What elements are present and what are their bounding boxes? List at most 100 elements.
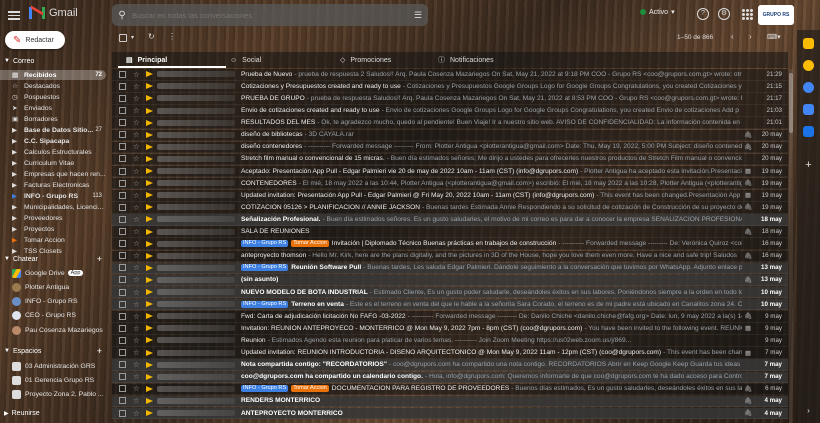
compose-button[interactable]: ✎ Redactar: [5, 31, 65, 49]
settings-gear-icon[interactable]: ⚙: [718, 8, 730, 20]
star-icon[interactable]: ☆: [133, 396, 141, 405]
row-checkbox[interactable]: [119, 312, 126, 320]
email-row[interactable]: ☆ anteproyecto thomson - Hello Mr. Kirk, h…: [112, 250, 788, 263]
row-checkbox[interactable]: [119, 288, 126, 296]
tab-notificaciones[interactable]: ⓘ Notificaciones: [438, 52, 494, 68]
email-row[interactable]: ☆ INFO - Grupo RS Terreno en venta - Este e…: [112, 298, 788, 311]
email-row[interactable]: ☆ INFO - Grupo RS Reunión Software Pull - B…: [112, 262, 788, 275]
important-marker-icon[interactable]: [146, 276, 153, 283]
tab-promociones[interactable]: ◇ Promociones: [340, 52, 391, 68]
star-icon[interactable]: ☆: [133, 239, 141, 248]
sidebar-item-municipalidades[interactable]: ▶ Municipalidades, Licenci...: [0, 202, 106, 212]
important-marker-icon[interactable]: [146, 119, 153, 126]
row-checkbox[interactable]: [119, 155, 126, 163]
email-row[interactable]: ☆ diseño contenedores - ---------- Forward…: [112, 141, 788, 154]
spaces-section-header[interactable]: ▼ Espacios +: [0, 346, 106, 356]
email-row[interactable]: ☆ ANTEPROYECTO MONTERRICO 🖇 4 may: [112, 407, 788, 420]
email-row[interactable]: ☆ CONTENEDORES - El mié, 18 may 2022 a las…: [112, 177, 788, 190]
important-marker-icon[interactable]: [146, 71, 153, 78]
expand-panel-icon[interactable]: ›: [803, 405, 814, 416]
email-row[interactable]: ☆ (sin asunto) 🖇 13 may: [112, 274, 788, 287]
sidebar-item-cc-sipacapa[interactable]: ▶ C.C. Sipacapa: [0, 136, 106, 146]
email-row[interactable]: ☆ PRUEBA DE GRUPO - prueba de respuesta Sa…: [112, 93, 788, 105]
star-icon[interactable]: ☆: [133, 215, 141, 224]
email-label-tag[interactable]: INFO - Grupo RS: [241, 240, 289, 248]
sidebar-item-empresas[interactable]: ▶ Empresas que hacen ren...: [0, 169, 106, 179]
email-row[interactable]: ☆ Envio de cotizaciones created and ready…: [112, 105, 788, 117]
sidebar-item-info-grupo-rs[interactable]: ▶ INFO - Grupo RS 113: [0, 191, 106, 201]
important-marker-icon[interactable]: [146, 337, 153, 344]
email-row[interactable]: ☆ RENDERS MONTERRICO 🖇 4 may: [112, 395, 788, 408]
star-icon[interactable]: ☆: [133, 191, 141, 200]
important-marker-icon[interactable]: [146, 83, 153, 90]
star-icon[interactable]: ☆: [133, 348, 141, 357]
sidebar-item-base-de-datos[interactable]: ▶ Base de Datos Sitio... 27: [0, 125, 106, 135]
row-checkbox[interactable]: [119, 82, 126, 90]
email-label-tag[interactable]: Tomar Accion: [291, 240, 329, 248]
sidebar-item-tomar-accion[interactable]: ▶ Tomar Accion: [0, 235, 106, 245]
star-icon[interactable]: ☆: [133, 154, 141, 163]
chevron-down-icon[interactable]: ▾: [131, 34, 134, 41]
tab-principal[interactable]: ▤ Principal: [118, 52, 226, 68]
scrollbar[interactable]: [789, 69, 793, 423]
star-icon[interactable]: ☆: [133, 106, 141, 115]
sidebar-item-proveedores[interactable]: ▶ Proveedores: [0, 213, 106, 223]
status-indicator[interactable]: Activo ▾: [640, 8, 675, 16]
sidebar-item-proyectos[interactable]: ▶ Proyectos: [0, 224, 106, 234]
meet-section-header[interactable]: ▶ Reunirse: [0, 408, 106, 418]
important-marker-icon[interactable]: [146, 301, 153, 308]
email-row[interactable]: ☆ Señalización Profesional. - Buen día est…: [112, 214, 788, 226]
important-marker-icon[interactable]: [146, 155, 153, 162]
row-checkbox[interactable]: [119, 179, 126, 187]
sidebar-item-starred[interactable]: ☆ Destacados: [0, 81, 106, 91]
add-space-icon[interactable]: +: [97, 346, 102, 356]
star-icon[interactable]: ☆: [133, 94, 141, 103]
prev-page-icon[interactable]: ‹: [731, 32, 734, 41]
important-marker-icon[interactable]: [146, 216, 153, 223]
row-checkbox[interactable]: [119, 349, 126, 357]
tab-social[interactable]: ☺ Social: [230, 52, 261, 68]
sidebar-item-curriculum[interactable]: ▶ Curriculum Vitae: [0, 158, 106, 168]
star-icon[interactable]: ☆: [133, 203, 141, 212]
star-icon[interactable]: ☆: [133, 263, 141, 272]
sidebar-item-inbox[interactable]: ▤ Recibidos 72: [0, 70, 106, 80]
chat-item-ceo-grupo-rs[interactable]: CEO - Grupo RS: [0, 309, 106, 321]
star-icon[interactable]: ☆: [133, 167, 141, 176]
row-checkbox[interactable]: [119, 131, 126, 139]
row-checkbox[interactable]: [119, 336, 126, 344]
star-icon[interactable]: ☆: [133, 179, 141, 188]
space-item-administracion[interactable]: 03 Administración GRS: [0, 360, 106, 372]
star-icon[interactable]: ☆: [133, 324, 141, 333]
refresh-icon[interactable]: ↻: [148, 32, 155, 41]
row-checkbox[interactable]: [119, 324, 126, 332]
email-label-tag[interactable]: INFO - Grupo RS: [241, 264, 289, 272]
important-marker-icon[interactable]: [146, 95, 153, 102]
email-row[interactable]: ☆ diseño de bibliotecas - 3D CAYALA.rar 🖇 20…: [112, 129, 788, 142]
star-icon[interactable]: ☆: [133, 251, 141, 260]
email-row[interactable]: ☆ Fwd: Carta de adjudicación licitación N…: [112, 311, 788, 323]
important-marker-icon[interactable]: [146, 168, 153, 175]
next-page-icon[interactable]: ›: [749, 32, 752, 41]
space-item-gerencia[interactable]: 01 Gerencia Grupo RS: [0, 374, 106, 386]
important-marker-icon[interactable]: [146, 385, 153, 392]
add-addon-icon[interactable]: +: [803, 160, 814, 171]
row-checkbox[interactable]: [119, 373, 126, 381]
row-checkbox[interactable]: [119, 240, 126, 248]
important-marker-icon[interactable]: [146, 410, 153, 417]
email-row[interactable]: ☆ Cotizaciones y Presupuestos created and…: [112, 81, 788, 93]
email-row[interactable]: ☆ NUEVO MODELO DE BOTA INDUSTRIAL - Estima…: [112, 286, 788, 299]
calendar-app-icon[interactable]: [803, 38, 814, 49]
chat-item-info-grupo-rs[interactable]: INFO - Grupo RS: [0, 295, 106, 307]
sidebar-item-snoozed[interactable]: ◷ Pospuestos: [0, 92, 106, 102]
star-icon[interactable]: ☆: [133, 275, 141, 284]
email-row[interactable]: ☆ coo@dgrupors.com ha compartido un calen…: [112, 371, 788, 384]
important-marker-icon[interactable]: [146, 143, 153, 150]
help-icon[interactable]: ?: [697, 8, 709, 20]
row-checkbox[interactable]: [119, 409, 126, 417]
keep-app-icon[interactable]: [803, 60, 814, 71]
star-icon[interactable]: ☆: [133, 227, 141, 236]
chat-item-google-drive[interactable]: Google Drive App: [0, 267, 106, 279]
row-checkbox[interactable]: [119, 228, 126, 236]
important-marker-icon[interactable]: [146, 228, 153, 235]
sidebar-item-drafts[interactable]: ▣ Borradores: [0, 114, 106, 124]
